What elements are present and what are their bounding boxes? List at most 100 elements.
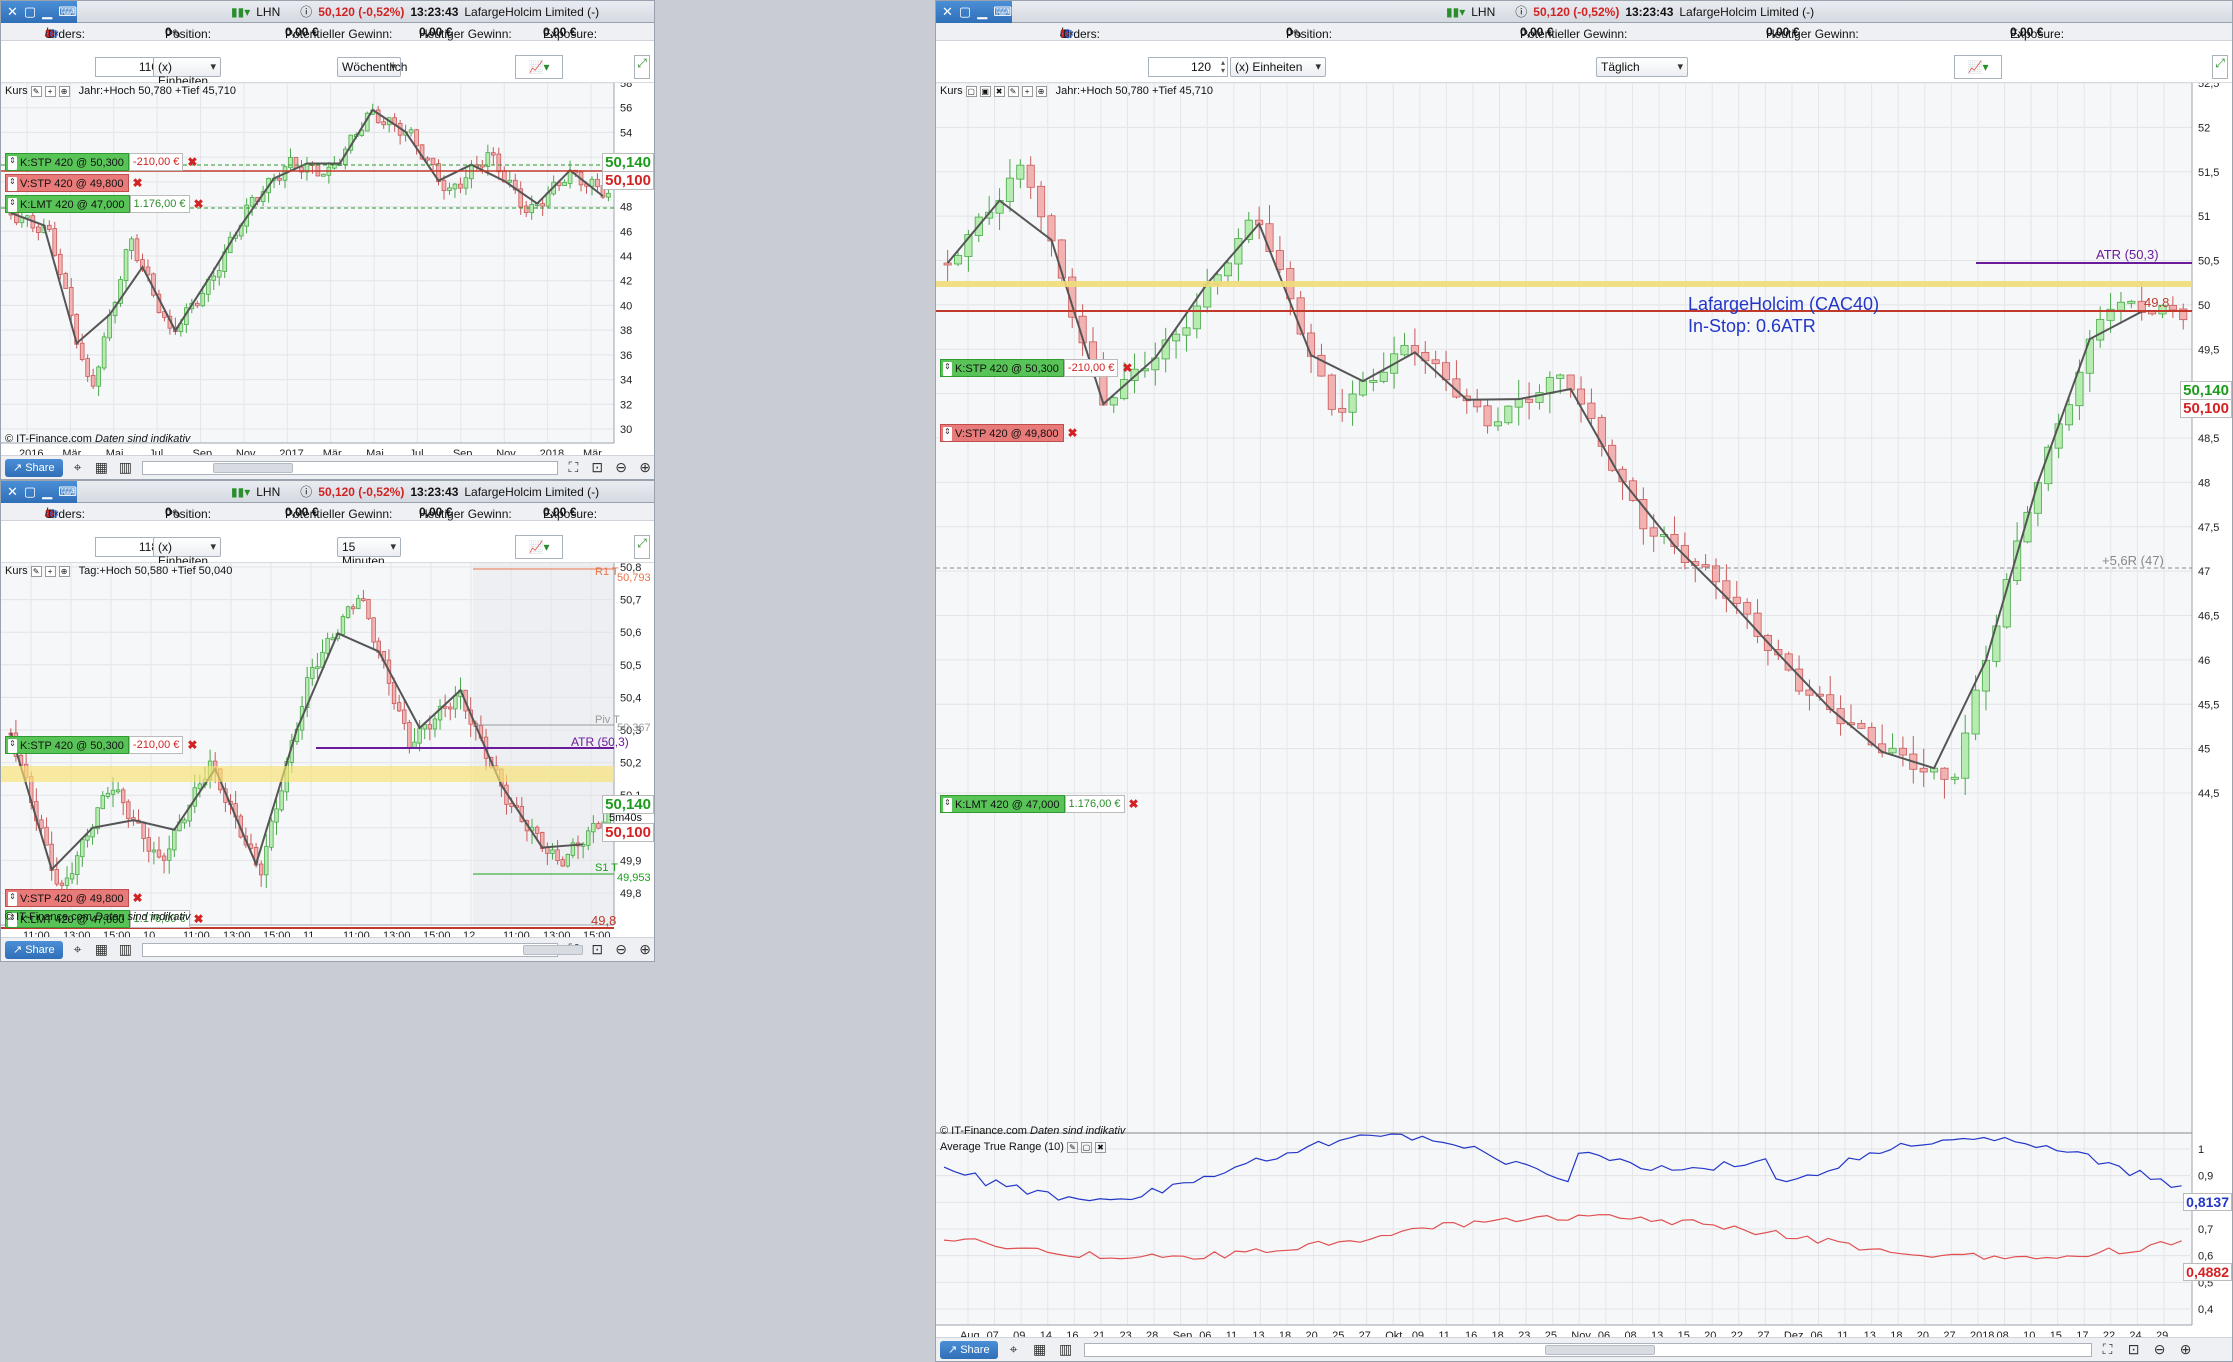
add-study-icon[interactable]: ⊕ xyxy=(58,85,70,97)
units-select[interactable]: (x) Einheiten xyxy=(153,537,221,568)
add-study-icon[interactable]: ⊕ xyxy=(1035,85,1047,97)
info-icon[interactable]: ⓘ xyxy=(300,483,312,500)
zoom-fit-icon[interactable]: ⊡ xyxy=(2124,1341,2144,1359)
table-icon[interactable]: ▦ xyxy=(1030,1341,1050,1359)
position-edit-icon[interactable]: ✎ xyxy=(172,507,182,521)
drag-handle-icon[interactable]: ⇕ xyxy=(943,798,952,812)
add-icon[interactable]: + xyxy=(1021,85,1033,97)
share-button[interactable]: ↗ Share xyxy=(5,940,63,959)
units-select[interactable]: (x) Einheiten xyxy=(153,57,221,88)
add-study-icon[interactable]: ⊕ xyxy=(58,565,70,577)
add-icon[interactable]: + xyxy=(44,85,56,97)
minimize-icon[interactable]: ▁ xyxy=(42,484,52,500)
wrench-icon[interactable]: ✎ xyxy=(1007,85,1019,97)
info-icon[interactable]: ⓘ xyxy=(1515,3,1527,20)
crosshair-icon[interactable]: ⌖ xyxy=(1004,1341,1024,1359)
remove-icon[interactable]: ✖ xyxy=(993,85,1005,97)
close-icon[interactable]: ✕ xyxy=(7,4,18,20)
zoom-fit-icon[interactable]: ⊡ xyxy=(588,941,606,959)
time-scrollbar[interactable] xyxy=(1083,1342,2092,1357)
timeframe-select[interactable]: 15 Minuten xyxy=(337,537,401,568)
zoom-in-icon[interactable]: ⊕ xyxy=(2176,1341,2196,1359)
time-scrollbar[interactable] xyxy=(142,460,559,475)
drag-handle-icon[interactable]: ⇕ xyxy=(8,739,17,753)
units-stepper[interactable]: 120 xyxy=(1148,57,1228,77)
table-icon[interactable]: ▦ xyxy=(92,941,110,959)
scroll-thumb[interactable] xyxy=(1544,1344,1655,1355)
minimize-icon[interactable]: ▁ xyxy=(977,4,987,20)
orders-settings-icon[interactable]: ⚙ xyxy=(48,507,59,521)
zoom-fit-icon[interactable]: ⊡ xyxy=(588,459,606,477)
delete-order-icon[interactable]: ✖ xyxy=(133,891,143,905)
orders-settings-icon[interactable]: ⚙ xyxy=(1063,27,1074,41)
window-icon[interactable]: ▢ xyxy=(1080,1141,1092,1153)
wrench-icon[interactable]: ✎ xyxy=(30,85,42,97)
zoom-in-icon[interactable]: ⊕ xyxy=(636,941,654,959)
drag-handle-icon[interactable]: ⇕ xyxy=(8,177,17,191)
crosshair-icon[interactable]: ⌖ xyxy=(69,459,87,477)
order-v-stp[interactable]: ⇕ V:STP 420 @ 49,800 ✖ xyxy=(5,174,143,192)
timeframe-select[interactable]: Täglich xyxy=(1596,57,1688,77)
restore-icon[interactable]: ▢ xyxy=(959,4,971,20)
wrench-icon[interactable]: ✎ xyxy=(1066,1141,1078,1153)
order-k-lmt[interactable]: ⇕ K:LMT 420 @ 47,000 1.176,00 € ✖ xyxy=(5,195,204,213)
drag-handle-icon[interactable]: ⇕ xyxy=(8,156,17,170)
weekly-chart-area[interactable]: 5856545250484644424038363432302016MärMai… xyxy=(1,78,655,460)
add-icon[interactable]: + xyxy=(44,565,56,577)
delete-order-icon[interactable]: ✖ xyxy=(1129,797,1139,811)
delete-order-icon[interactable]: ✖ xyxy=(194,912,204,926)
maximize-icon[interactable]: ▣ xyxy=(979,85,991,97)
columns-icon[interactable]: ▥ xyxy=(116,459,134,477)
delete-order-icon[interactable]: ✖ xyxy=(1122,361,1132,375)
delete-order-icon[interactable]: ✖ xyxy=(133,176,143,190)
share-button[interactable]: ↗ Share xyxy=(940,1340,998,1359)
table-icon[interactable]: ▦ xyxy=(92,459,110,477)
window-icon[interactable]: ▢ xyxy=(965,85,977,97)
info-icon[interactable]: ⓘ xyxy=(300,3,312,20)
order-k-stp[interactable]: ⇕ K:STP 420 @ 50,300 -210,00 € ✖ xyxy=(5,736,197,754)
keyboard-icon[interactable]: ⌨ xyxy=(58,4,77,20)
order-k-stp[interactable]: ⇕ K:STP 420 @ 50,300 -210,00 € ✖ xyxy=(940,359,1132,377)
drag-handle-icon[interactable]: ⇕ xyxy=(943,427,952,441)
chart-type-icon[interactable]: ▮▮▾ xyxy=(1446,5,1465,19)
chart-type-icon[interactable]: ▮▮▾ xyxy=(231,485,250,499)
zoom-out-icon[interactable]: ⊖ xyxy=(2150,1341,2170,1359)
close-icon[interactable]: ✕ xyxy=(942,4,953,20)
position-edit-icon[interactable]: ✎ xyxy=(172,27,182,41)
timeframe-select[interactable]: Wöchentlich xyxy=(337,57,407,77)
delete-order-icon[interactable]: ✖ xyxy=(187,738,197,752)
restore-icon[interactable]: ▢ xyxy=(24,4,36,20)
remove-icon[interactable]: ✖ xyxy=(1094,1141,1106,1153)
symbol-label[interactable]: LHN xyxy=(256,5,280,19)
measure-icon[interactable]: ⛶ xyxy=(2098,1341,2118,1359)
order-k-stp[interactable]: ⇕ K:STP 420 @ 50,300 -210,00 € ✖ xyxy=(5,153,197,171)
symbol-label[interactable]: LHN xyxy=(1471,5,1495,19)
weekly-price-chart[interactable]: 5856545250484644424038363432302016MärMai… xyxy=(1,78,655,460)
delete-order-icon[interactable]: ✖ xyxy=(194,197,204,211)
measure-icon[interactable]: ⛶ xyxy=(564,459,582,477)
restore-icon[interactable]: ▢ xyxy=(24,484,36,500)
share-button[interactable]: ↗ Share xyxy=(5,458,63,477)
columns-icon[interactable]: ▥ xyxy=(1056,1341,1076,1359)
zoom-in-icon[interactable]: ⊕ xyxy=(636,459,654,477)
drag-handle-icon[interactable]: ⇕ xyxy=(8,198,17,212)
position-edit-icon[interactable]: ✎ xyxy=(1293,27,1303,41)
drag-handle-icon[interactable]: ⇕ xyxy=(943,362,952,376)
drag-handle-icon[interactable]: ⇕ xyxy=(8,892,17,906)
time-scrollbar[interactable] xyxy=(142,942,584,957)
daily-chart-area[interactable]: 52,55251,55150,55049,54948,54847,54746,5… xyxy=(936,78,2232,1342)
chart-style-button[interactable]: 📈▾ xyxy=(515,55,563,79)
order-v-stp[interactable]: ⇕ V:STP 420 @ 49,800 ✖ xyxy=(5,889,143,907)
order-k-lmt[interactable]: ⇕ K:LMT 420 @ 47,000 1.176,00 € ✖ xyxy=(940,795,1139,813)
crosshair-icon[interactable]: ⌖ xyxy=(69,941,87,959)
sidebar-toggle-icon[interactable]: ⤢ xyxy=(634,535,650,559)
close-icon[interactable]: ✕ xyxy=(7,484,18,500)
order-v-stp[interactable]: ⇕ V:STP 420 @ 49,800 ✖ xyxy=(940,424,1078,442)
intraday-chart-area[interactable]: 50,850,750,650,550,450,350,250,15049,949… xyxy=(1,562,654,942)
scroll-thumb[interactable] xyxy=(523,944,584,955)
orders-settings-icon[interactable]: ⚙ xyxy=(48,27,59,41)
chart-type-icon[interactable]: ▮▮▾ xyxy=(231,5,250,19)
wrench-icon[interactable]: ✎ xyxy=(30,565,42,577)
keyboard-icon[interactable]: ⌨ xyxy=(993,4,1012,20)
chart-style-button[interactable]: 📈▾ xyxy=(515,535,563,559)
